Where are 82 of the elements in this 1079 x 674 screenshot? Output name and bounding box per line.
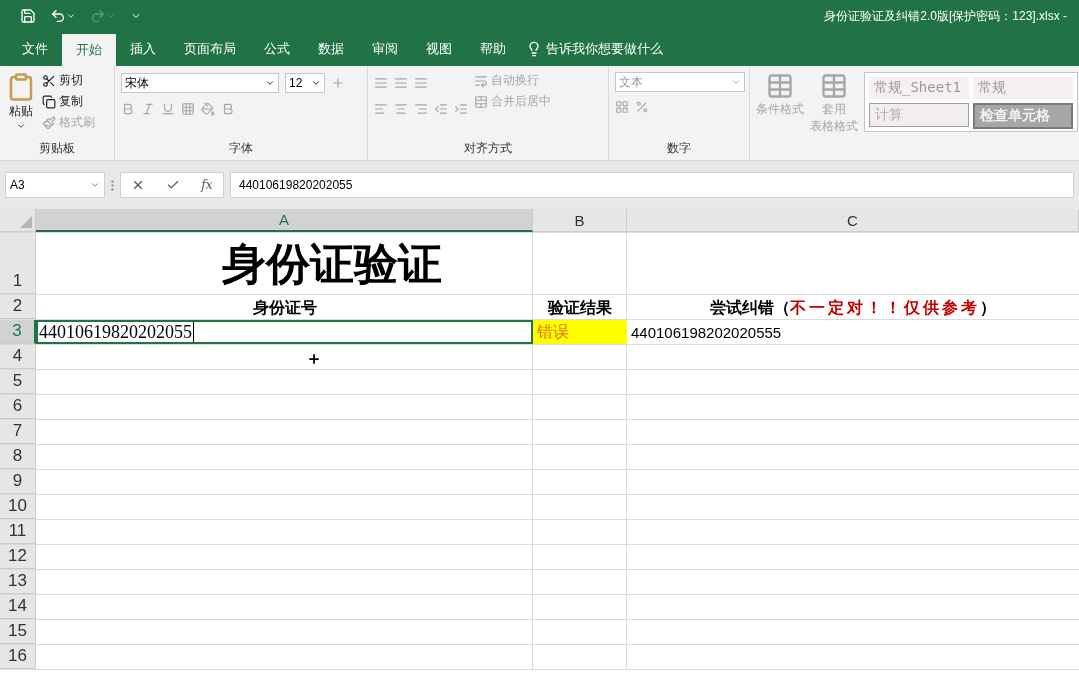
table-icon <box>766 72 794 100</box>
column-header[interactable]: A <box>36 209 533 232</box>
paste-button[interactable]: 粘贴 <box>6 72 36 140</box>
paintbrush-icon <box>42 115 56 130</box>
column-heading-cell[interactable]: 尝试纠错（不一定对！！仅供参考） <box>627 295 1079 319</box>
row-header[interactable]: 6 <box>0 395 36 419</box>
copy-button[interactable]: 复制 <box>42 93 95 110</box>
caret-icon <box>731 77 741 87</box>
lightbulb-icon <box>526 41 542 57</box>
column-heading-cell[interactable]: 身份证号 <box>36 295 533 319</box>
row-header[interactable]: 5 <box>0 370 36 394</box>
borders-icon[interactable] <box>181 102 195 116</box>
ribbon-tab[interactable]: 页面布局 <box>170 32 250 66</box>
group-label: 剪贴板 <box>38 140 76 157</box>
ribbon-tab[interactable]: 公式 <box>250 32 304 66</box>
cursor-icon <box>307 352 321 366</box>
grip-icon[interactable] <box>111 179 114 191</box>
row-header[interactable]: 1 <box>0 233 36 294</box>
copy-icon <box>42 94 56 109</box>
row-header[interactable]: 7 <box>0 420 36 444</box>
align-middle-icon[interactable] <box>394 76 408 90</box>
align-right-icon[interactable] <box>414 102 428 116</box>
row-header[interactable]: 8 <box>0 445 36 469</box>
group-label: 字体 <box>228 140 254 157</box>
italic-icon[interactable] <box>141 102 155 116</box>
merge-cells-icon <box>474 94 488 109</box>
row-header[interactable]: 16 <box>0 645 36 669</box>
column-header[interactable]: B <box>533 209 627 232</box>
caret-icon <box>265 78 275 88</box>
undo-icon[interactable] <box>50 8 76 24</box>
scissors-icon <box>42 73 56 88</box>
percent-icon[interactable] <box>635 100 649 114</box>
caret-icon <box>16 121 26 131</box>
name-box[interactable]: A3 <box>5 172 105 198</box>
ribbon-tab[interactable]: 审阅 <box>358 32 412 66</box>
ribbon-tab[interactable]: 视图 <box>412 32 466 66</box>
indent-increase-icon[interactable] <box>454 102 468 116</box>
underline-icon[interactable] <box>161 102 175 116</box>
row-header[interactable]: 10 <box>0 495 36 519</box>
column-heading-cell[interactable]: 验证结果 <box>533 295 627 319</box>
ribbon-tab[interactable]: 插入 <box>116 32 170 66</box>
font-size-field[interactable]: 12 <box>285 73 325 93</box>
fill-color-icon[interactable] <box>201 102 215 116</box>
tell-me-field[interactable]: 告诉我你想要做什么 <box>526 32 663 66</box>
insert-function-button[interactable]: fx <box>201 178 213 192</box>
align-left-icon[interactable] <box>374 102 388 116</box>
row-header[interactable]: 15 <box>0 620 36 644</box>
align-bottom-icon[interactable] <box>414 76 428 90</box>
row-header[interactable]: 14 <box>0 595 36 619</box>
group-label: 对齐方式 <box>463 140 513 157</box>
row-header[interactable]: 13 <box>0 570 36 594</box>
sheet-title[interactable]: 身份证验证 <box>36 233 627 294</box>
enter-icon[interactable] <box>166 178 181 192</box>
column-header[interactable]: C <box>627 209 1079 232</box>
ribbon-tab[interactable]: 帮助 <box>466 32 520 66</box>
window-title: 身份证验证及纠错2.0版[保护密码：123].xlsx - <box>824 7 1067 25</box>
redo-icon[interactable] <box>90 8 116 24</box>
save-icon[interactable] <box>20 8 36 24</box>
select-all-icon[interactable] <box>20 216 32 228</box>
row-header[interactable]: 11 <box>0 520 36 544</box>
row-header[interactable]: 3 <box>0 320 36 344</box>
row-header[interactable]: 9 <box>0 470 36 494</box>
table-cell[interactable]: 44010619820202055 <box>36 320 533 344</box>
formula-field[interactable]: 44010619820202055 <box>230 172 1074 198</box>
ribbon-tab[interactable]: 数据 <box>304 32 358 66</box>
indent-decrease-icon[interactable] <box>434 102 448 116</box>
table-cell[interactable]: 440106198202020555 <box>627 320 1079 344</box>
bold-icon[interactable] <box>121 102 135 116</box>
table-icon <box>820 72 848 100</box>
row-header[interactable]: 12 <box>0 545 36 569</box>
cut-button[interactable]: 剪切 <box>42 72 95 89</box>
align-top-icon[interactable] <box>374 76 388 90</box>
ribbon-tab[interactable]: 开始 <box>62 34 116 66</box>
caret-icon <box>90 180 100 190</box>
ribbon-tab[interactable]: 文件 <box>8 32 62 66</box>
row-header[interactable]: 2 <box>0 295 36 319</box>
row-header[interactable]: 4 <box>0 345 36 369</box>
font-name-field[interactable]: 宋体 <box>121 73 279 93</box>
group-label: 数字 <box>666 140 692 157</box>
caret-icon <box>311 78 321 88</box>
wrap-text-icon <box>474 73 488 88</box>
align-center-icon[interactable] <box>394 102 408 116</box>
